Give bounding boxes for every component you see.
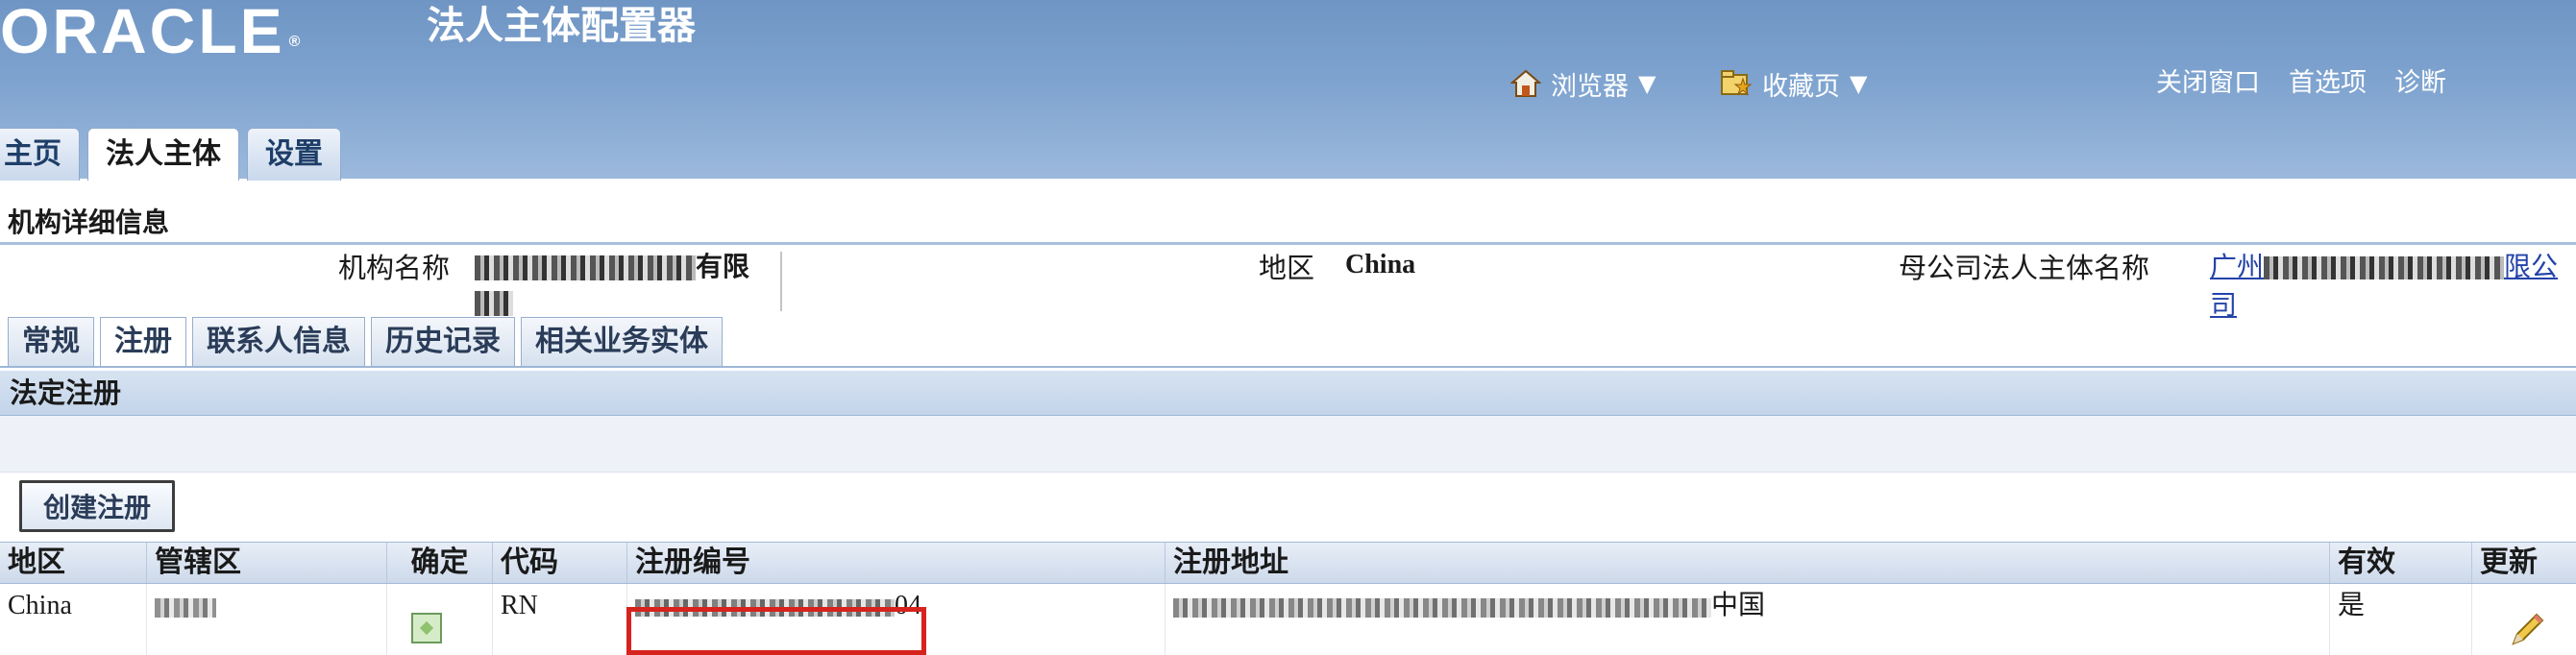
column-header-jurisdiction[interactable]: 管辖区 xyxy=(146,543,386,583)
cell-code: RN xyxy=(492,584,626,655)
org-name-label: 机构名称 xyxy=(338,252,451,284)
column-header-confirmed[interactable]: 确定 xyxy=(386,543,492,583)
redacted-text xyxy=(2264,256,2505,279)
favorites-label: 收藏页 xyxy=(1762,71,1840,102)
redacted-text xyxy=(475,291,513,316)
tab-legal-entity[interactable]: 法人主体 xyxy=(87,128,239,181)
column-header-reg-number[interactable]: 注册编号 xyxy=(626,543,1165,583)
column-header-reg-address[interactable]: 注册地址 xyxy=(1165,543,2329,583)
cell-reg-address: 中国 xyxy=(1165,584,2329,655)
favorites-menu[interactable]: 收藏页 ▼ xyxy=(1720,60,1867,108)
global-nav: 浏览器 ▼ 收藏页 ▼ 关闭窗口 首选项 诊断 xyxy=(1509,60,2576,108)
section-title: 法定注册 xyxy=(10,376,122,409)
detail-subtabs: 常规 注册 联系人信息 历史记录 相关业务实体 xyxy=(8,317,728,367)
oracle-logo: ORACLE ® xyxy=(0,0,304,66)
browser-label: 浏览器 xyxy=(1551,71,1629,102)
page-title: 机构详细信息 xyxy=(8,206,170,238)
redacted-text xyxy=(475,255,696,280)
parent-entity-label: 母公司法人主体名称 xyxy=(1899,252,2150,284)
cell-reg-number: 04 xyxy=(626,584,1165,655)
divider xyxy=(0,366,2576,368)
home-icon xyxy=(1509,68,1542,99)
subtab-history[interactable]: 历史记录 xyxy=(371,317,515,366)
subtab-related-entities[interactable]: 相关业务实体 xyxy=(521,317,723,366)
table-header: 地区 管辖区 确定 代码 注册编号 注册地址 有效 更新 xyxy=(0,542,2576,584)
app-header: ORACLE ® 法人主体配置器 浏览器 ▼ 收藏页 ▼ 关闭窗口 首选项 诊断… xyxy=(0,0,2576,181)
chevron-down-icon: ▼ xyxy=(1638,70,1656,97)
cell-active: 是 xyxy=(2329,584,2471,655)
subtab-registration[interactable]: 注册 xyxy=(100,317,186,366)
cell-jurisdiction xyxy=(146,584,386,655)
create-registration-button[interactable]: 创建注册 xyxy=(19,480,176,532)
preferences-link[interactable]: 首选项 xyxy=(2289,60,2367,108)
tab-setup[interactable]: 设置 xyxy=(247,128,341,181)
registrations-table: 地区 管辖区 确定 代码 注册编号 注册地址 有效 更新 China RN 04… xyxy=(0,542,2576,655)
org-name-value: 有限 xyxy=(475,246,782,316)
cell-region: China xyxy=(8,591,72,620)
redacted-text xyxy=(635,598,895,617)
redacted-text xyxy=(1173,597,1711,618)
subtab-contacts[interactable]: 联系人信息 xyxy=(192,317,365,366)
subtab-general[interactable]: 常规 xyxy=(8,317,94,366)
app-title: 法人主体配置器 xyxy=(427,4,696,48)
chevron-down-icon: ▼ xyxy=(1850,70,1868,97)
close-window-link[interactable]: 关闭窗口 xyxy=(2156,60,2260,108)
browser-menu[interactable]: 浏览器 ▼ xyxy=(1509,60,1656,108)
divider xyxy=(780,252,782,311)
column-header-region[interactable]: 地区 xyxy=(0,543,146,583)
column-header-active[interactable]: 有效 xyxy=(2329,543,2471,583)
section-header: 法定注册 xyxy=(0,371,2576,416)
section-band xyxy=(0,416,2576,473)
table-row: China RN 04 中国 是 xyxy=(0,584,2576,655)
diagnostics-link[interactable]: 诊断 xyxy=(2394,60,2446,108)
pencil-icon[interactable] xyxy=(2508,611,2546,649)
favorites-icon xyxy=(1720,69,1753,98)
region-value: China xyxy=(1345,250,1416,279)
column-header-code[interactable]: 代码 xyxy=(492,543,626,583)
tab-home[interactable]: 主页 xyxy=(0,128,80,181)
parent-entity-link[interactable]: 广州 限公 司 xyxy=(2210,246,2576,323)
divider xyxy=(0,242,2576,245)
checkbox-icon xyxy=(411,613,442,643)
column-header-update[interactable]: 更新 xyxy=(2471,543,2576,583)
redacted-text xyxy=(155,597,216,618)
main-tabs: 主页 法人主体 设置 xyxy=(0,123,349,181)
region-label: 地区 xyxy=(1259,252,1315,284)
